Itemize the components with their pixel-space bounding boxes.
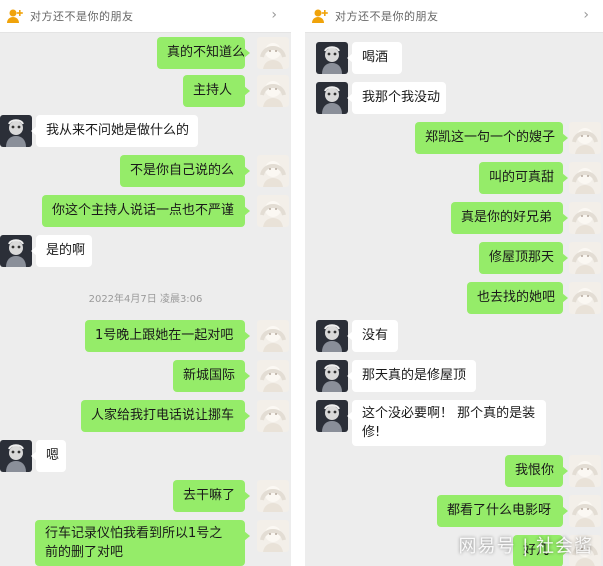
outgoing-message-bubble[interactable]: 行车记录仪怕我看到所以1号之前的删了对吧 xyxy=(35,520,250,566)
outgoing-message-bubble[interactable]: 你这个主持人说话一点也不严谨 xyxy=(42,195,250,227)
outgoing-message-bubble[interactable]: 去干嘛了 xyxy=(173,480,250,512)
message-row: 都看了什么电影呀 xyxy=(305,495,603,527)
my-avatar[interactable] xyxy=(257,400,289,432)
outgoing-message-bubble[interactable]: 也去找的她吧 xyxy=(467,282,568,314)
message-row: 人家给我打电话说让挪车 xyxy=(0,400,291,432)
message-row: 郑凯这一句一个的嫂子 xyxy=(305,122,603,154)
incoming-message-bubble[interactable]: 喝酒 xyxy=(347,42,402,74)
outgoing-message-bubble[interactable]: 主持人 xyxy=(183,75,250,107)
outgoing-message-bubble[interactable]: 不是你自己说的么 xyxy=(120,155,250,187)
message-row: 叫的可真甜 xyxy=(305,162,603,194)
message-row: 新城国际 xyxy=(0,360,291,392)
incoming-message-bubble[interactable]: 我从来不问她是做什么的 xyxy=(31,115,198,147)
incoming-message-bubble[interactable]: 那天真的是修屋顶 xyxy=(347,360,476,392)
my-avatar[interactable] xyxy=(257,520,289,552)
my-avatar[interactable] xyxy=(257,320,289,352)
message-row: 真是你的好兄弟 xyxy=(305,202,603,234)
my-avatar[interactable] xyxy=(257,195,289,227)
my-avatar[interactable] xyxy=(569,455,601,487)
message-row: 也去找的她吧 xyxy=(305,282,603,314)
contact-avatar[interactable] xyxy=(316,82,348,114)
left-chat-panel: 对方还不是你的朋友 › 2022年4月7日 凌晨3:06 真的不知道么主持人我从… xyxy=(0,0,291,566)
stranger-banner[interactable]: 对方还不是你的朋友 › xyxy=(0,0,291,33)
message-row: 不是你自己说的么 xyxy=(0,155,291,187)
my-avatar[interactable] xyxy=(257,360,289,392)
incoming-message-bubble[interactable]: 我那个我没动 xyxy=(347,82,446,114)
my-avatar[interactable] xyxy=(569,242,601,274)
outgoing-message-bubble[interactable]: 郑凯这一句一个的嫂子 xyxy=(415,122,568,154)
contact-avatar[interactable] xyxy=(316,400,348,432)
outgoing-message-bubble[interactable]: 修屋顶那天 xyxy=(479,242,568,274)
contact-avatar[interactable] xyxy=(316,320,348,352)
person-add-icon xyxy=(6,7,24,25)
message-row: 这个没必要啊！ 那个真的是装修! xyxy=(305,400,603,446)
stranger-banner[interactable]: 对方还不是你的朋友 › xyxy=(305,0,603,33)
my-avatar[interactable] xyxy=(569,122,601,154)
outgoing-message-bubble[interactable]: 人家给我打电话说让挪车 xyxy=(81,400,250,432)
message-row: 我那个我没动 xyxy=(305,82,603,114)
person-add-icon xyxy=(311,7,329,25)
right-chat-panel: 对方还不是你的朋友 › 喝酒我那个我没动郑凯这一句一个的嫂子叫的可真甜真是你的好… xyxy=(305,0,603,566)
message-row: 真的不知道么 xyxy=(0,37,291,69)
my-avatar[interactable] xyxy=(257,37,289,69)
my-avatar[interactable] xyxy=(569,162,601,194)
incoming-message-bubble[interactable]: 是的啊 xyxy=(31,235,92,267)
contact-avatar[interactable] xyxy=(316,42,348,74)
message-row: 我从来不问她是做什么的 xyxy=(0,115,291,147)
message-row: 行车记录仪怕我看到所以1号之前的删了对吧 xyxy=(0,520,291,566)
chevron-right-icon: › xyxy=(583,7,589,23)
message-row: 我恨你 xyxy=(305,455,603,487)
outgoing-message-bubble[interactable]: 1号晚上跟她在一起对吧 xyxy=(85,320,250,352)
outgoing-message-bubble[interactable]: 叫的可真甜 xyxy=(479,162,568,194)
outgoing-message-bubble[interactable]: 我恨你 xyxy=(505,455,568,487)
message-row: 没有 xyxy=(305,320,603,352)
incoming-message-bubble[interactable]: 嗯 xyxy=(31,440,66,472)
message-row: 修屋顶那天 xyxy=(305,242,603,274)
chevron-right-icon: › xyxy=(271,7,277,23)
outgoing-message-bubble[interactable]: 新城国际 xyxy=(173,360,250,392)
message-row: 你这个主持人说话一点也不严谨 xyxy=(0,195,291,227)
contact-avatar[interactable] xyxy=(316,360,348,392)
my-avatar[interactable] xyxy=(569,202,601,234)
message-row: 去干嘛了 xyxy=(0,480,291,512)
my-avatar[interactable] xyxy=(257,155,289,187)
banner-text: 对方还不是你的朋友 xyxy=(335,10,439,23)
my-avatar[interactable] xyxy=(569,282,601,314)
message-row: 嗯 xyxy=(0,440,291,472)
my-avatar[interactable] xyxy=(257,480,289,512)
outgoing-message-bubble[interactable]: 真是你的好兄弟 xyxy=(451,202,568,234)
my-avatar[interactable] xyxy=(569,495,601,527)
incoming-message-bubble[interactable]: 这个没必要啊！ 那个真的是装修! xyxy=(347,400,546,446)
message-row: 1号晚上跟她在一起对吧 xyxy=(0,320,291,352)
message-row: 主持人 xyxy=(0,75,291,107)
message-row: 喝酒 xyxy=(305,42,603,74)
my-avatar[interactable] xyxy=(257,75,289,107)
contact-avatar[interactable] xyxy=(0,235,32,267)
watermark: 网易号 | 社会酱 xyxy=(458,536,593,557)
incoming-message-bubble[interactable]: 没有 xyxy=(347,320,398,352)
message-row: 是的啊 xyxy=(0,235,291,267)
message-row: 那天真的是修屋顶 xyxy=(305,360,603,392)
contact-avatar[interactable] xyxy=(0,440,32,472)
message-timestamp: 2022年4月7日 凌晨3:06 xyxy=(88,294,203,305)
outgoing-message-bubble[interactable]: 真的不知道么 xyxy=(157,37,250,69)
contact-avatar[interactable] xyxy=(0,115,32,147)
banner-text: 对方还不是你的朋友 xyxy=(30,10,134,23)
outgoing-message-bubble[interactable]: 都看了什么电影呀 xyxy=(437,495,568,527)
